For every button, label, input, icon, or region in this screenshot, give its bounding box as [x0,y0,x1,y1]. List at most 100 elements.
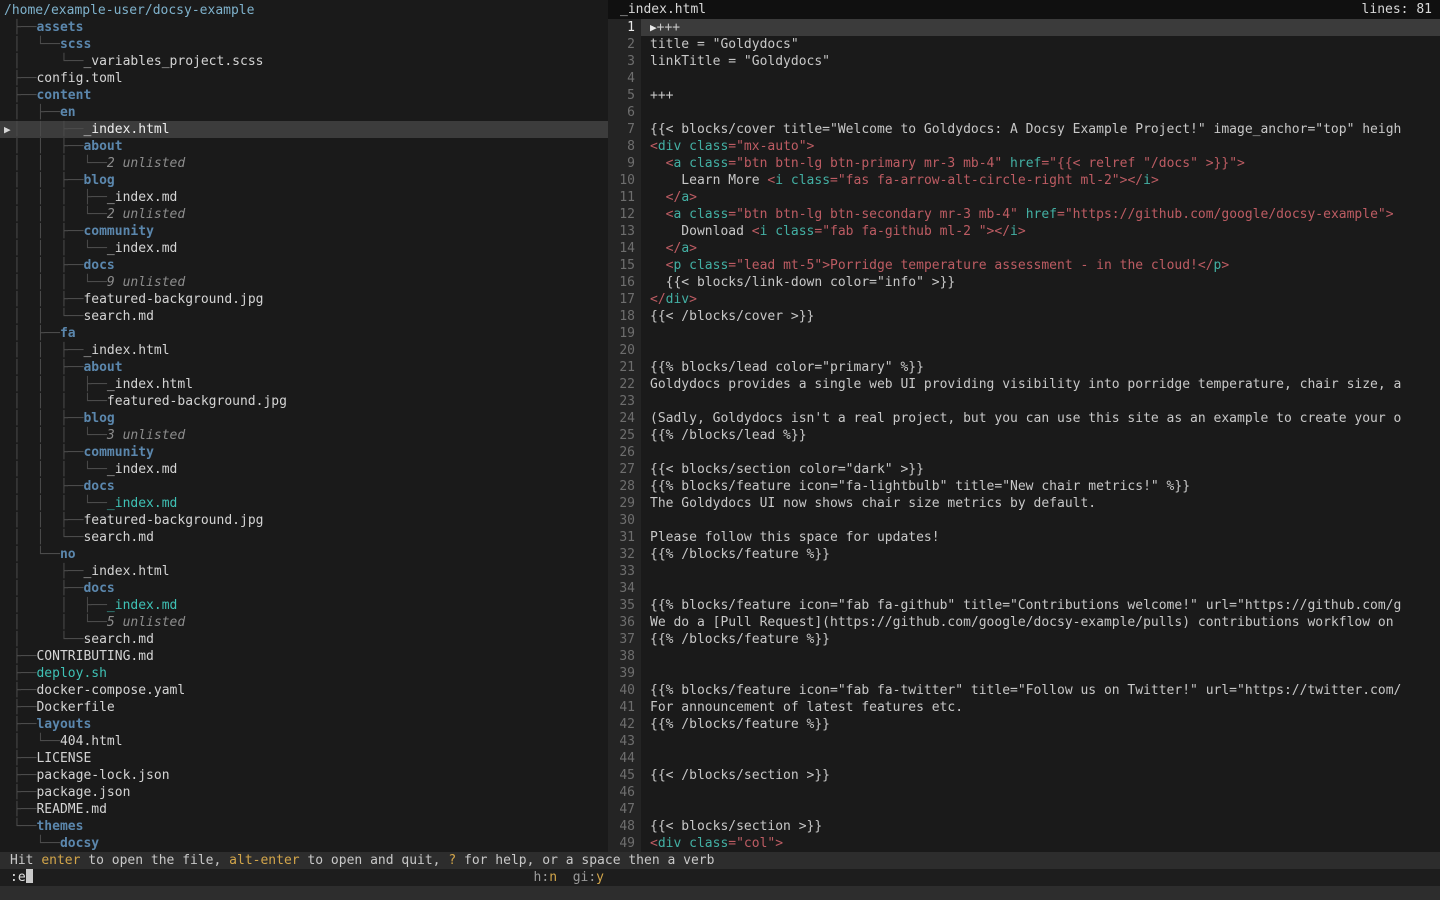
root-path: /home/example-user/docsy-example [0,2,608,19]
code-line-34: 34 [608,580,1440,597]
code-text [641,784,1440,801]
tree-row-package-lock-json[interactable]: ├──package-lock.json [0,767,608,784]
tree-row-docs[interactable]: │ │ ├──docs [0,478,608,495]
tree-row-no[interactable]: │ └──no [0,546,608,563]
tree-row-en[interactable]: │ ├──en [0,104,608,121]
hint-text: to open the file, [80,853,229,868]
tree-row-contributing-md[interactable]: ├──CONTRIBUTING.md [0,648,608,665]
tree-row--index-md[interactable]: │ │ ├──_index.md [0,597,608,614]
tree-row-featured-background-jpg[interactable]: │ │ ├──featured-background.jpg [0,512,608,529]
entry-name: _index.html [83,343,169,358]
mode-flags: h:n gi:y [0,869,608,886]
tree-row--index-html[interactable]: │ │ │ ├──_index.html [0,376,608,393]
code-text [641,665,1440,682]
tree-branch-lines: └── [13,836,60,851]
line-number: 31 [608,529,641,546]
tree-row-fa[interactable]: │ ├──fa [0,325,608,342]
tree-row-assets[interactable]: ├──assets [0,19,608,36]
code-segment [681,836,689,851]
line-number: 30 [608,512,641,529]
entry-name: fa [60,326,76,341]
code-line-7: 7{{< blocks/cover title="Welcome to Gold… [608,121,1440,138]
tree-branch-lines: │ └── [13,632,83,647]
tree-row-search-md[interactable]: │ └──search.md [0,631,608,648]
code-text: linkTitle = "Goldydocs" [641,53,1440,70]
hint-text: for help, or a space then a verb [456,853,714,868]
tree-row-docker-compose-yaml[interactable]: ├──docker-compose.yaml [0,682,608,699]
code-line-10: 10 Learn More <i class="fas fa-arrow-alt… [608,172,1440,189]
tree-panel[interactable]: /home/example-user/docsy-example ├──asse… [0,0,608,852]
tree-row--index-md[interactable]: │ │ │ └──_index.md [0,495,608,512]
tree-row-community[interactable]: │ │ ├──community [0,223,608,240]
code-line-28: 28{{% blocks/feature icon="fa-lightbulb"… [608,478,1440,495]
tree-branch-lines: │ │ │ └── [13,275,107,290]
line-number: 36 [608,614,641,631]
tree-row-config-toml[interactable]: ├──config.toml [0,70,608,87]
tree-row--index-md[interactable]: │ │ │ └──_index.md [0,461,608,478]
tree-branch-lines: │ │ │ └── [13,156,107,171]
code-segment [681,207,689,222]
tree-row-404-html[interactable]: │ └──404.html [0,733,608,750]
tree-row--index-md[interactable]: │ │ │ └──_index.md [0,240,608,257]
tree-row-license[interactable]: ├──LICENSE [0,750,608,767]
tree-row-2-unlisted[interactable]: │ │ │ └──2 unlisted [0,155,608,172]
tree-row-featured-background-jpg[interactable]: │ │ ├──featured-background.jpg [0,291,608,308]
tree-row-featured-background-jpg[interactable]: │ │ │ └──featured-background.jpg [0,393,608,410]
tree-branch-lines: │ └── [13,54,83,69]
tree-branch-lines: │ │ ├── [13,139,83,154]
code-segment: class [689,139,728,154]
code-text: (Sadly, Goldydocs isn't a real project, … [641,410,1440,427]
preview-panel[interactable]: _index.html lines: 81 1▶+++2title = "Gol… [608,0,1440,852]
code-line-20: 20 [608,342,1440,359]
tree-row-3-unlisted[interactable]: │ │ │ └──3 unlisted [0,427,608,444]
tree-row-dockerfile[interactable]: ├──Dockerfile [0,699,608,716]
tree-row--index-html[interactable]: │ ├──_index.html [0,563,608,580]
tree-row-deploy-sh[interactable]: ├──deploy.sh [0,665,608,682]
code-segment: href [1010,156,1041,171]
tree-row-docs[interactable]: │ ├──docs [0,580,608,597]
line-number: 15 [608,257,641,274]
tree-row--index-html[interactable]: │ │ ├──_index.html [0,342,608,359]
tree-row--variables-project-scss[interactable]: │ └──_variables_project.scss [0,53,608,70]
tree-row-package-json[interactable]: ├──package.json [0,784,608,801]
tree-row--index-md[interactable]: │ │ │ ├──_index.md [0,189,608,206]
tree-row-5-unlisted[interactable]: │ │ └──5 unlisted [0,614,608,631]
line-number: 23 [608,393,641,410]
tree-row-search-md[interactable]: │ │ └──search.md [0,529,608,546]
tree-row-9-unlisted[interactable]: │ │ │ └──9 unlisted [0,274,608,291]
tree-row-2-unlisted[interactable]: │ │ │ └──2 unlisted [0,206,608,223]
code-line-2: 2title = "Goldydocs" [608,36,1440,53]
tree-row--index-html[interactable]: ▶│ │ ├──_index.html [0,121,608,138]
entry-name: deploy.sh [36,666,106,681]
code-text [641,393,1440,410]
tree-branch-lines: │ └── [13,734,60,749]
tree-row-about[interactable]: │ │ ├──about [0,359,608,376]
code-text [641,70,1440,87]
tree-row-layouts[interactable]: ├──layouts [0,716,608,733]
tree-row-docs[interactable]: │ │ ├──docs [0,257,608,274]
line-number: 22 [608,376,641,393]
tree-row-community[interactable]: │ │ ├──community [0,444,608,461]
tree-row-about[interactable]: │ │ ├──about [0,138,608,155]
code-segment: {{< /blocks/section >}} [650,768,830,783]
tree-row-themes[interactable]: └──themes [0,818,608,835]
line-number: 44 [608,750,641,767]
preview-line-count: lines: 81 [1362,1,1432,19]
tree-row-blog[interactable]: │ │ ├──blog [0,172,608,189]
tree-row-blog[interactable]: │ │ ├──blog [0,410,608,427]
code-line-24: 24(Sadly, Goldydocs isn't a real project… [608,410,1440,427]
code-text: {{< /blocks/section >}} [641,767,1440,784]
tree-branch-lines: ├── [13,649,36,664]
tree-row-readme-md[interactable]: ├──README.md [0,801,608,818]
code-segment: ="fas fa-arrow-alt-circle-right ml-2"></ [830,173,1143,188]
tree-row-scss[interactable]: │ └──scss [0,36,608,53]
line-number: 1 [608,19,641,36]
code-line-41: 41For announcement of latest features et… [608,699,1440,716]
entry-name: search.md [83,309,153,324]
tree-row-search-md[interactable]: │ │ └──search.md [0,308,608,325]
key-hint: ? [448,853,456,868]
code-segment: class [689,207,728,222]
line-number: 46 [608,784,641,801]
tree-row-content[interactable]: ├──content [0,87,608,104]
tree-row-docsy[interactable]: └──docsy [0,835,608,852]
